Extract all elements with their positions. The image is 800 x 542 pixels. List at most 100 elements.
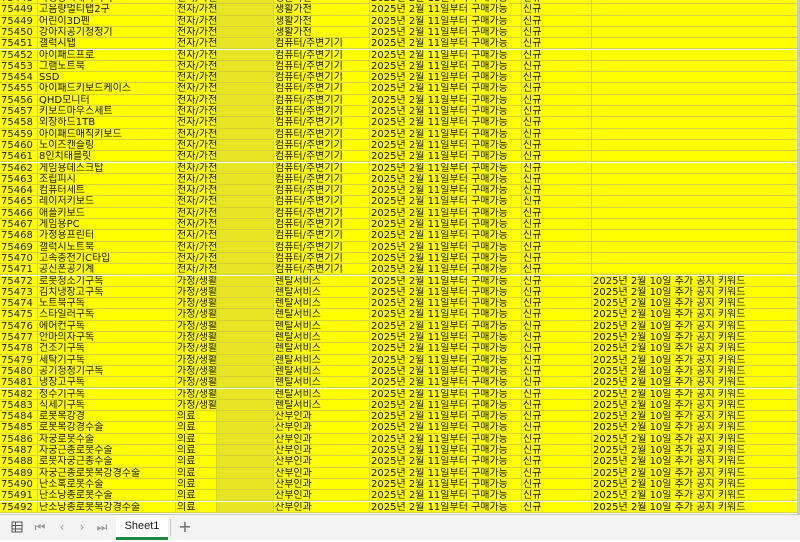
- category-cell[interactable]: 전자/가전: [176, 15, 217, 27]
- keyword-cell[interactable]: 노이즈캔슬링: [38, 139, 176, 152]
- row-number[interactable]: 75470: [0, 252, 38, 265]
- subcategory-cell[interactable]: 렌탈서비스: [274, 399, 370, 412]
- note-cell[interactable]: 2025년 2월 10일 추가 공지 키워드: [592, 286, 800, 299]
- keyword-cell[interactable]: 난소혹로봇수술: [38, 478, 176, 491]
- row-number[interactable]: 75482: [0, 388, 38, 400]
- note-cell[interactable]: 2025년 2월 10일 추가 공지 키워드: [592, 490, 800, 502]
- row-number[interactable]: 75459: [0, 128, 38, 140]
- row-number[interactable]: 75479: [0, 354, 38, 366]
- row-number[interactable]: 75451: [0, 38, 38, 50]
- table-row[interactable]: 75458 외장하드1TB 전자/가전 컴퓨터/주변기기 2025년 2월 11일부터 …: [0, 117, 800, 129]
- category-cell[interactable]: 전자/가전: [176, 60, 217, 73]
- empty-cell[interactable]: [217, 4, 274, 16]
- row-number[interactable]: 75469: [0, 241, 38, 253]
- subcategory-cell[interactable]: 렌탈서비스: [274, 343, 370, 355]
- status-cell[interactable]: 신규: [522, 185, 592, 197]
- spreadsheet-grid[interactable]: 75448가정용시네마이너전자/가전생활가전2025년 2월 11일부터 구매가…: [0, 0, 800, 514]
- empty-cell[interactable]: [217, 501, 274, 513]
- availability-cell[interactable]: 2025년 2월 11일부터 구매가능: [370, 298, 522, 310]
- table-row[interactable]: 75486 자궁로봇수술 의료 산부인과 2025년 2월 11일부터 구매가능 신규 20…: [0, 433, 800, 445]
- row-number[interactable]: 75471: [0, 264, 38, 276]
- keyword-cell[interactable]: 로봇청소기구독: [38, 275, 176, 287]
- status-cell[interactable]: 신규: [522, 320, 592, 332]
- table-row[interactable]: 75484 로봇복강경 의료 산부인과 2025년 2월 11일부터 구매가능 신규 202…: [0, 411, 800, 423]
- note-cell[interactable]: [592, 49, 800, 61]
- availability-cell[interactable]: 2025년 2월 11일부터 구매가능: [370, 60, 522, 73]
- table-row[interactable]: 75477 안마의자구독 가정/생활 렌탈서비스 2025년 2월 11일부터 구매가능…: [0, 332, 800, 344]
- keyword-cell[interactable]: 스타일러구독: [38, 309, 176, 321]
- availability-cell[interactable]: 2025년 2월 11일부터 구매가능: [370, 467, 522, 479]
- keyword-cell[interactable]: 조립피시: [38, 173, 176, 186]
- subcategory-cell[interactable]: 산부인과: [274, 467, 370, 479]
- keyword-cell[interactable]: 공신폰공기계: [38, 264, 176, 276]
- note-cell[interactable]: [592, 94, 800, 106]
- keyword-cell[interactable]: QHD모니터: [38, 94, 176, 106]
- keyword-cell[interactable]: 아이패드키보드케이스: [38, 83, 176, 95]
- status-cell[interactable]: 신규: [522, 501, 592, 513]
- availability-cell[interactable]: 2025년 2월 11일부터 구매가능: [370, 343, 522, 355]
- note-cell[interactable]: 2025년 2월 10일 추가 공지 키워드: [592, 411, 800, 423]
- subcategory-cell[interactable]: 산부인과: [274, 422, 370, 434]
- note-cell[interactable]: [592, 185, 800, 197]
- availability-cell[interactable]: 2025년 2월 11일부터 구매가능: [370, 399, 522, 412]
- row-number[interactable]: 75453: [0, 60, 38, 73]
- category-cell[interactable]: 전자/가전: [176, 128, 217, 140]
- keyword-cell[interactable]: 아이패드매직키보드: [38, 128, 176, 140]
- note-cell[interactable]: [592, 106, 800, 118]
- row-number[interactable]: 75484: [0, 411, 38, 423]
- keyword-cell[interactable]: 세탁기구독: [38, 354, 176, 366]
- keyword-cell[interactable]: 로봇자궁근종수술: [38, 456, 176, 468]
- empty-cell[interactable]: [217, 60, 274, 73]
- note-cell[interactable]: 2025년 2월 10일 추가 공지 키워드: [592, 399, 800, 412]
- subcategory-cell[interactable]: 컴퓨터/주변기기: [274, 106, 370, 118]
- subcategory-cell[interactable]: 산부인과: [274, 456, 370, 468]
- category-cell[interactable]: 의료: [176, 411, 217, 423]
- note-cell[interactable]: 2025년 2월 10일 추가 공지 키워드: [592, 467, 800, 479]
- status-cell[interactable]: 신규: [522, 399, 592, 412]
- category-cell[interactable]: 전자/가전: [176, 230, 217, 242]
- table-row[interactable]: 75449 어린이3D펜 전자/가전 생활가전 2025년 2월 11일부터 구매가능 신…: [0, 15, 800, 27]
- keyword-cell[interactable]: 난소낭종로봇복강경수술: [38, 501, 176, 513]
- keyword-cell[interactable]: 강아지공기청정기: [38, 26, 176, 39]
- table-row[interactable]: 75491 난소낭종로봇수술 의료 산부인과 2025년 2월 11일부터 구매가능 신규…: [0, 490, 800, 502]
- category-cell[interactable]: 전자/가전: [176, 38, 217, 50]
- availability-cell[interactable]: 2025년 2월 11일부터 구매가능: [370, 49, 522, 61]
- subcategory-cell[interactable]: 컴퓨터/주변기기: [274, 219, 370, 231]
- row-number[interactable]: 75473: [0, 286, 38, 299]
- empty-cell[interactable]: [217, 467, 274, 479]
- sheet-tab-sheet1[interactable]: Sheet1: [116, 515, 168, 540]
- row-number[interactable]: 75467: [0, 219, 38, 231]
- status-cell[interactable]: 신규: [522, 94, 592, 106]
- empty-cell[interactable]: [217, 196, 274, 208]
- table-row[interactable]: 75469 갤럭시노트북 전자/가전 컴퓨터/주변기기 2025년 2월 11일부터 구…: [0, 241, 800, 253]
- subcategory-cell[interactable]: 산부인과: [274, 490, 370, 502]
- table-row[interactable]: 75462 게임용데스크탑 전자/가전 컴퓨터/주변기기 2025년 2월 11일부터 …: [0, 162, 800, 174]
- table-row[interactable]: 75483 식세기구독 가정/생활 렌탈서비스 2025년 2월 11일부터 구매가능 신…: [0, 399, 800, 412]
- category-cell[interactable]: 가정/생활: [176, 275, 217, 287]
- empty-cell[interactable]: [217, 286, 274, 299]
- category-cell[interactable]: 의료: [176, 501, 217, 513]
- status-cell[interactable]: 신규: [522, 60, 592, 73]
- keyword-cell[interactable]: 게임용PC: [38, 219, 176, 231]
- status-cell[interactable]: 신규: [522, 411, 592, 423]
- table-row[interactable]: 75457 키보드마우스세트 전자/가전 컴퓨터/주변기기 2025년 2월 11일부터…: [0, 106, 800, 118]
- note-cell[interactable]: [592, 38, 800, 50]
- availability-cell[interactable]: 2025년 2월 11일부터 구매가능: [370, 478, 522, 491]
- empty-cell[interactable]: [217, 139, 274, 152]
- subcategory-cell[interactable]: 컴퓨터/주변기기: [274, 162, 370, 174]
- note-cell[interactable]: [592, 60, 800, 73]
- category-cell[interactable]: 전자/가전: [176, 264, 217, 276]
- status-cell[interactable]: 신규: [522, 173, 592, 186]
- availability-cell[interactable]: 2025년 2월 11일부터 구매가능: [370, 286, 522, 299]
- row-number[interactable]: 75474: [0, 298, 38, 310]
- subcategory-cell[interactable]: 컴퓨터/주변기기: [274, 117, 370, 129]
- empty-cell[interactable]: [217, 241, 274, 253]
- empty-cell[interactable]: [217, 219, 274, 231]
- category-cell[interactable]: 전자/가전: [176, 94, 217, 106]
- row-number[interactable]: 75476: [0, 320, 38, 332]
- row-number[interactable]: 75461: [0, 151, 38, 163]
- note-cell[interactable]: 2025년 2월 10일 추가 공지 키워드: [592, 320, 800, 332]
- category-cell[interactable]: 의료: [176, 490, 217, 502]
- subcategory-cell[interactable]: 컴퓨터/주변기기: [274, 94, 370, 106]
- table-row[interactable]: 75492 난소낭종로봇복강경수술 의료 산부인과 2025년 2월 11일부터 구매가…: [0, 501, 800, 513]
